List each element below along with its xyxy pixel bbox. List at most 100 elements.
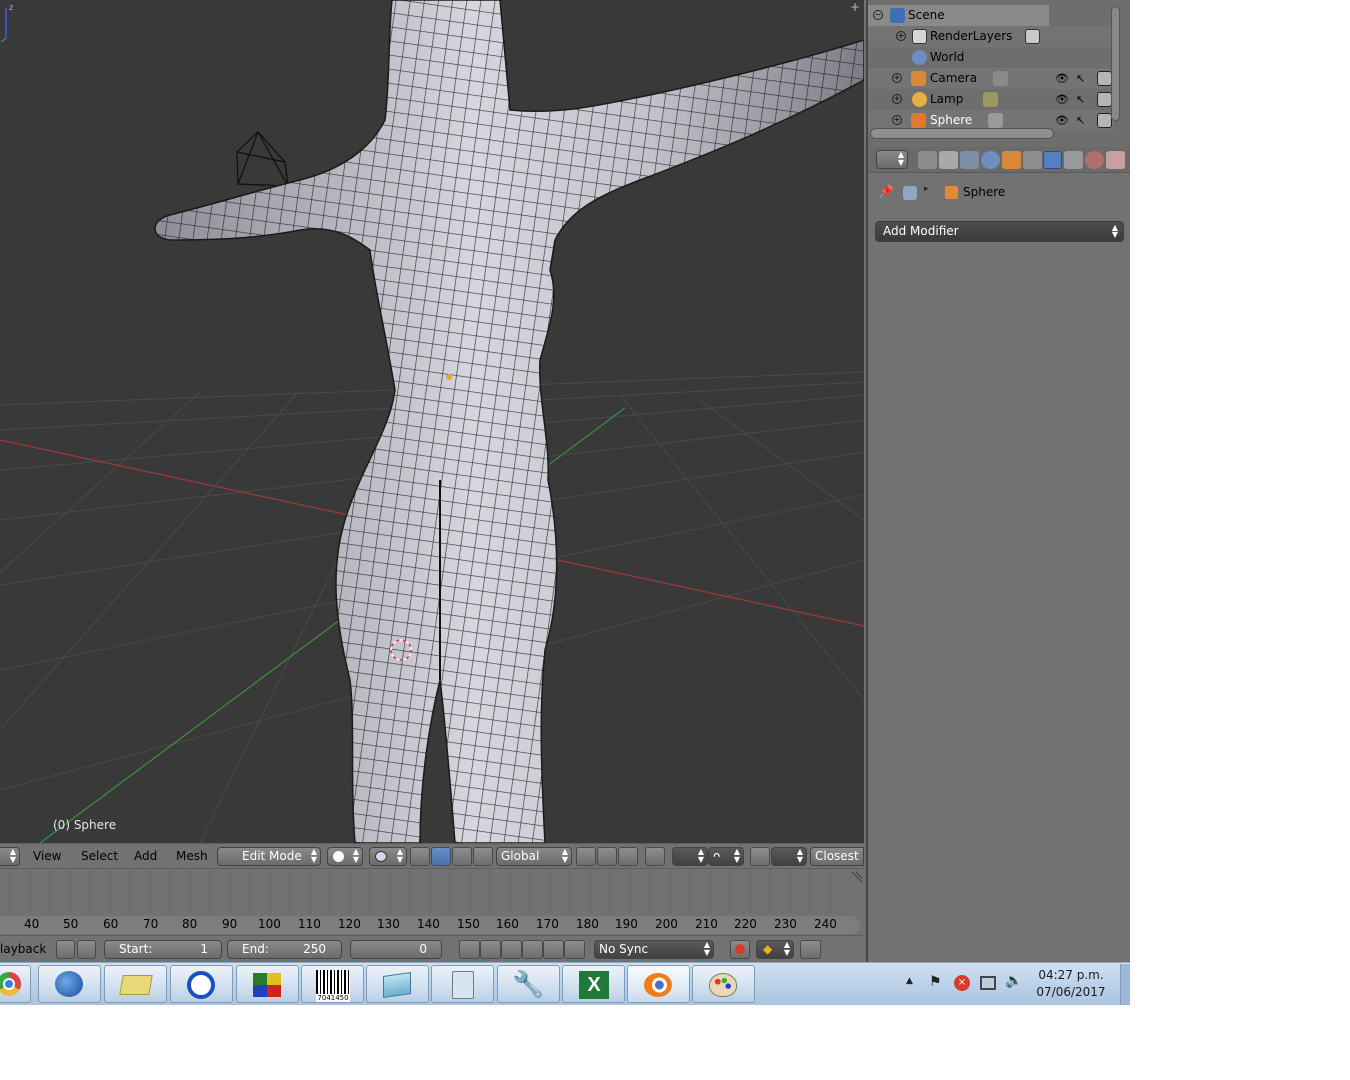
occlude-geometry-button[interactable] [645, 847, 665, 866]
menu-view[interactable]: View [33, 848, 61, 866]
outliner-row-camera[interactable]: + Camera 👁 ↖ [868, 68, 1114, 89]
lock-range-button[interactable] [77, 940, 96, 959]
keying-clock-button[interactable] [56, 940, 75, 959]
cursor-select-icon[interactable]: ↖ [1076, 113, 1091, 128]
mode-selector[interactable]: Edit Mode ▲ ▼ [217, 847, 321, 866]
jump-keyframe-forward-button[interactable] [543, 940, 564, 959]
render-camera-icon[interactable] [1097, 113, 1112, 128]
data-tab-icon[interactable] [1064, 151, 1083, 169]
play-reverse-button[interactable] [501, 940, 522, 959]
eye-icon[interactable]: 👁 [1055, 113, 1070, 128]
falloff-selector[interactable]: ᴖ ▲ ▼ [708, 847, 744, 866]
expand-icon[interactable]: + [892, 73, 902, 83]
viewport-corner-plus[interactable]: + [848, 0, 862, 14]
security-alert-icon[interactable]: × [954, 975, 970, 991]
jump-start-button[interactable] [459, 940, 480, 959]
eye-icon[interactable]: 👁 [1055, 71, 1070, 86]
thunderbird-icon[interactable] [38, 965, 101, 1003]
render-tab-icon[interactable] [918, 151, 937, 169]
solid-shading-icon [333, 851, 344, 862]
menu-playback[interactable]: layback [0, 941, 46, 959]
outliner-horizontal-scrollbar[interactable] [870, 128, 1054, 139]
expand-icon[interactable]: + [896, 31, 906, 41]
render-camera-icon[interactable] [1097, 92, 1112, 107]
3d-viewport[interactable]: + z (0) Sphere [0, 0, 864, 843]
editor-type-selector[interactable]: ▲ ▼ [876, 150, 908, 169]
sync-mode-selector[interactable]: No Sync ▲ ▼ [594, 940, 714, 959]
edge-select-mode-button[interactable] [597, 847, 617, 866]
camera-object[interactable] [236, 131, 289, 187]
notes-app-icon[interactable] [366, 965, 429, 1003]
barcode-app-icon[interactable]: 7041450 [301, 965, 364, 1003]
snap-target-selector[interactable]: Closest [810, 847, 864, 866]
add-modifier-dropdown[interactable]: Add Modifier ▲ ▼ [875, 221, 1124, 242]
render-camera-icon[interactable] [1097, 71, 1112, 86]
scale-manipulator-button[interactable] [473, 847, 493, 866]
tools-icon[interactable]: 🔧 [497, 965, 560, 1003]
cursor-select-icon[interactable]: ↖ [1076, 92, 1091, 107]
manipulator-toggle[interactable] [410, 847, 430, 866]
media-player-icon[interactable] [170, 965, 233, 1003]
outliner-row-renderlayers[interactable]: + RenderLayers [868, 26, 1114, 47]
proportional-editing-selector[interactable]: ▲ ▼ [672, 847, 708, 866]
current-frame-field[interactable]: 0 [350, 940, 442, 959]
menu-add[interactable]: Add [134, 848, 157, 866]
scene-tab-icon[interactable] [960, 151, 979, 169]
outliner-row-scene[interactable]: − Scene [868, 5, 1049, 26]
end-frame-field[interactable]: End: 250 [227, 940, 342, 959]
cursor-select-icon[interactable]: ↖ [1076, 71, 1091, 86]
viewport-shading-selector[interactable]: ▲ ▼ [327, 847, 363, 866]
expand-icon[interactable]: + [892, 94, 902, 104]
properties-panel[interactable]: ▲ ▼ 📌 ▸ Sphere Add Modifier ▲ ▼ [866, 147, 1130, 962]
outliner-row-world[interactable]: World [868, 47, 1114, 68]
blender-icon[interactable] [627, 965, 690, 1003]
collapse-icon[interactable]: − [873, 10, 883, 20]
face-select-mode-button[interactable] [618, 847, 638, 866]
expand-icon[interactable]: + [892, 115, 902, 125]
calculator-icon[interactable] [431, 965, 494, 1003]
timeline-editor[interactable]: 40 50 60 70 80 90 100 110 120 130 140 15… [0, 868, 864, 935]
chrome-icon[interactable] [0, 965, 31, 1003]
vertex-select-mode-button[interactable] [576, 847, 596, 866]
excel-icon[interactable]: X [562, 965, 625, 1003]
show-hidden-icons-icon[interactable]: ▲ [906, 976, 913, 986]
render-layers-tab-icon[interactable] [939, 151, 958, 169]
taskbar-clock[interactable]: 04:27 p.m. 07/06/2017 [1025, 967, 1117, 1001]
world-tab-icon[interactable] [981, 151, 1000, 169]
show-desktop-button[interactable] [1120, 964, 1130, 1005]
constraints-tab-icon[interactable] [1023, 151, 1042, 169]
start-frame-field[interactable]: Start: 1 [104, 940, 222, 959]
menu-mesh[interactable]: Mesh [176, 848, 208, 866]
timeline-frame-ruler[interactable]: 40 50 60 70 80 90 100 110 120 130 140 15… [0, 916, 860, 934]
play-button[interactable] [522, 940, 543, 959]
file-explorer-icon[interactable] [104, 965, 167, 1003]
modifiers-tab-icon[interactable] [1043, 151, 1062, 169]
volume-icon[interactable]: 🔈 [1005, 973, 1022, 989]
menu-select[interactable]: Select [81, 848, 118, 866]
action-center-flag-icon[interactable]: ⚑ [929, 974, 942, 990]
network-icon[interactable] [980, 976, 996, 990]
snap-toggle-button[interactable] [750, 847, 770, 866]
snap-element-selector[interactable]: ▲ ▼ [771, 847, 807, 866]
chevron-right-icon: ▸ [924, 184, 929, 194]
pivot-point-selector[interactable]: ▲ ▼ [369, 847, 407, 866]
editor-type-selector[interactable]: ▲ ▼ [0, 847, 20, 866]
object-tab-icon[interactable] [1002, 151, 1021, 169]
outliner-panel[interactable]: − Scene + RenderLayers World + Camera 👁 … [866, 0, 1130, 147]
texture-tab-icon[interactable] [1106, 151, 1125, 169]
translate-manipulator-button[interactable] [431, 847, 451, 866]
pin-icon[interactable]: 📌 [878, 185, 894, 200]
material-tab-icon[interactable] [1085, 151, 1104, 169]
eye-icon[interactable]: 👁 [1055, 92, 1070, 107]
outliner-vertical-scrollbar[interactable] [1111, 6, 1120, 121]
grid-app-icon[interactable] [236, 965, 299, 1003]
keying-settings-button[interactable] [800, 940, 821, 959]
rotate-manipulator-button[interactable] [452, 847, 472, 866]
transform-orientation-selector[interactable]: Global ▲ ▼ [496, 847, 572, 866]
paint-icon[interactable] [692, 965, 755, 1003]
jump-keyframe-back-button[interactable] [480, 940, 501, 959]
outliner-row-lamp[interactable]: + Lamp 👁 ↖ [868, 89, 1114, 110]
keying-set-selector[interactable]: ◆ ▲ ▼ [756, 940, 794, 959]
record-button[interactable] [730, 940, 750, 959]
jump-end-button[interactable] [564, 940, 585, 959]
